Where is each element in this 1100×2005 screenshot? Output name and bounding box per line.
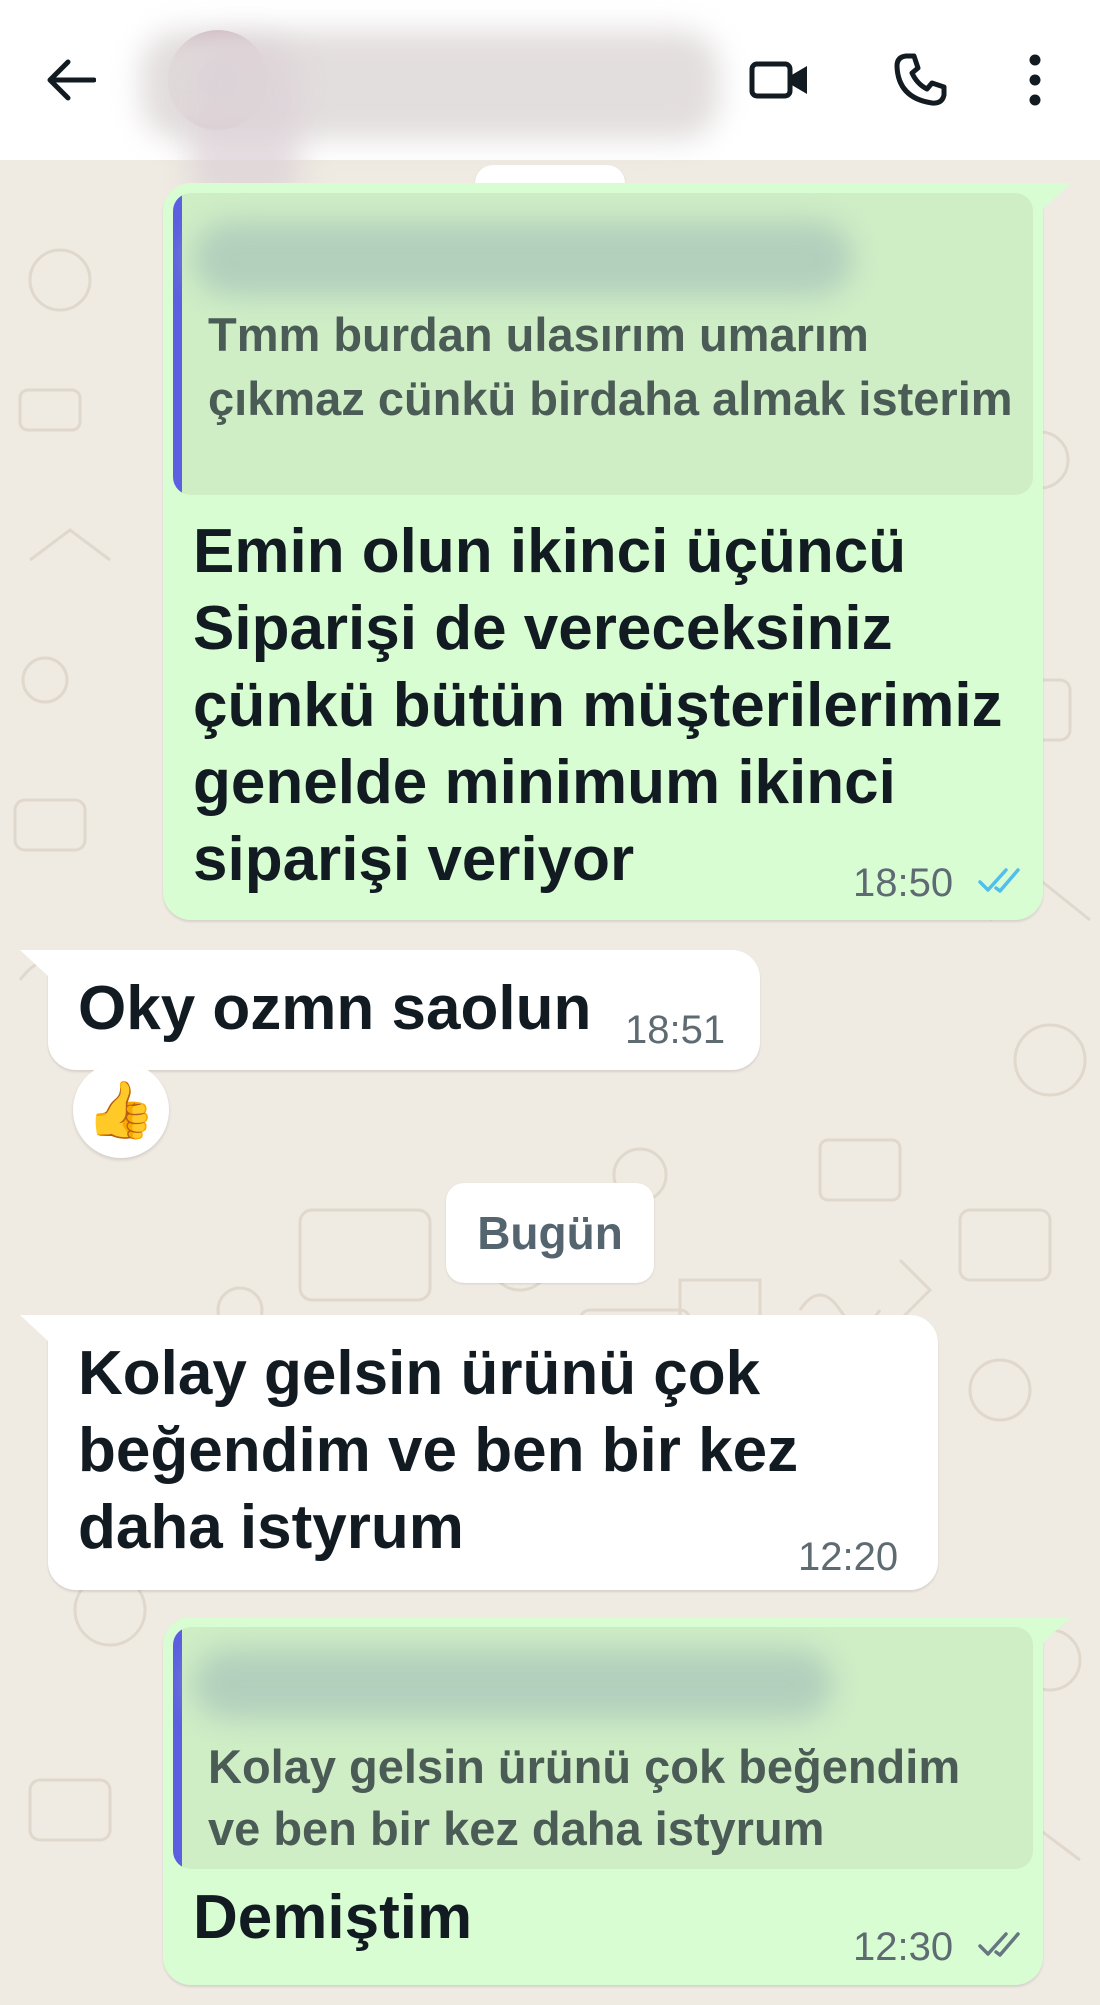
bubble-tail xyxy=(20,950,48,976)
message-text: Demiştim xyxy=(193,1883,473,1952)
outgoing-message[interactable]: Kolay gelsin ürünü çok beğendim ve ben b… xyxy=(163,1617,1071,1985)
incoming-message[interactable]: Kolay gelsin ürünü çok beğendim ve ben b… xyxy=(20,1315,938,1590)
message-time: 18:51 xyxy=(625,1008,726,1052)
bubble-tail xyxy=(1043,1617,1071,1643)
quote-bar xyxy=(173,193,182,495)
arrow-left-icon xyxy=(47,59,96,101)
message-line: daha istyrum xyxy=(78,1493,464,1562)
message-line: Kolay gelsin ürünü çok xyxy=(78,1339,761,1408)
thumbs-up-icon: 👍 xyxy=(86,1078,156,1141)
double-check-icon xyxy=(978,1932,1020,1957)
message-time: 12:20 xyxy=(798,1535,899,1579)
message-time: 18:50 xyxy=(853,861,954,905)
outgoing-message[interactable]: Tmm burdan ulasırım umarım çıkmaz cünkü … xyxy=(163,183,1071,920)
message-line: Emin olun ikinci üçüncü xyxy=(193,517,907,586)
quoted-text-line: ve ben bir kez daha istyrum xyxy=(208,1802,825,1855)
message-line: çünkü bütün müşterilerimiz xyxy=(193,671,1003,740)
bubble-tail xyxy=(20,1315,48,1341)
quoted-message[interactable]: Kolay gelsin ürünü çok beğendim ve ben b… xyxy=(173,1627,1033,1869)
video-call-button[interactable] xyxy=(740,45,820,115)
bubble-tail xyxy=(1043,183,1071,209)
incoming-message[interactable]: Oky ozmn saolun 18:51 xyxy=(20,950,760,1070)
quoted-text-line: Kolay gelsin ürünü çok beğendim xyxy=(208,1740,961,1793)
more-vertical-icon xyxy=(1029,54,1041,106)
voice-call-button[interactable] xyxy=(880,45,960,115)
video-camera-icon xyxy=(749,61,807,99)
message-line: Siparişi de vereceksiniz xyxy=(193,594,893,663)
message-line: genelde minimum ikinci xyxy=(193,748,896,817)
quote-bar xyxy=(173,1627,182,1869)
double-check-icon xyxy=(978,868,1020,893)
redacted-quote-author xyxy=(193,1649,833,1719)
message-time: 12:30 xyxy=(853,1925,954,1969)
message-text: Kolay gelsin ürünü çok beğendim ve ben b… xyxy=(78,1335,798,1566)
message-line: beğendim ve ben bir kez xyxy=(78,1416,799,1485)
phone-icon xyxy=(894,53,947,106)
date-separator: Bugün xyxy=(446,1183,654,1283)
message-text: Oky ozmn saolun xyxy=(78,974,592,1043)
message-text: Emin olun ikinci üçüncü Siparişi de vere… xyxy=(193,513,1003,898)
more-options-button[interactable] xyxy=(1000,45,1070,115)
chat-header xyxy=(0,0,1100,210)
reaction-badge[interactable]: 👍 xyxy=(73,1062,169,1158)
quoted-message[interactable]: Tmm burdan ulasırım umarım çıkmaz cünkü … xyxy=(173,193,1033,495)
redacted-quote-author xyxy=(193,221,853,296)
back-button[interactable] xyxy=(30,50,110,110)
quoted-text: Tmm burdan ulasırım umarım çıkmaz cünkü … xyxy=(208,308,1013,425)
